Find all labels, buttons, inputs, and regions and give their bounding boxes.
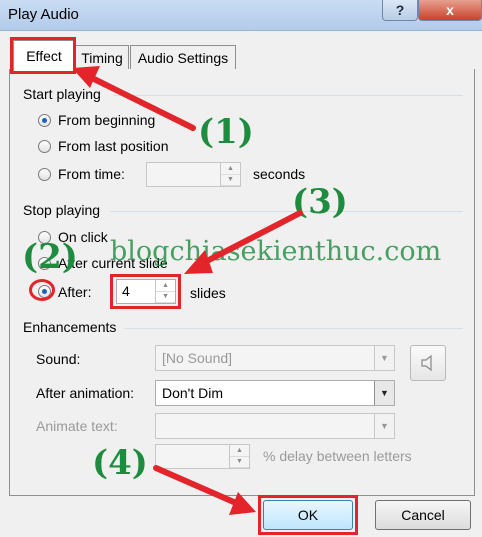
tab-effect-highlight: [10, 37, 76, 74]
arrow-1: [89, 75, 196, 131]
arrow-3-head: [184, 250, 213, 274]
arrow-3: [202, 210, 303, 265]
annotation-arrows: [72, 66, 303, 515]
arrow-4: [153, 465, 239, 506]
